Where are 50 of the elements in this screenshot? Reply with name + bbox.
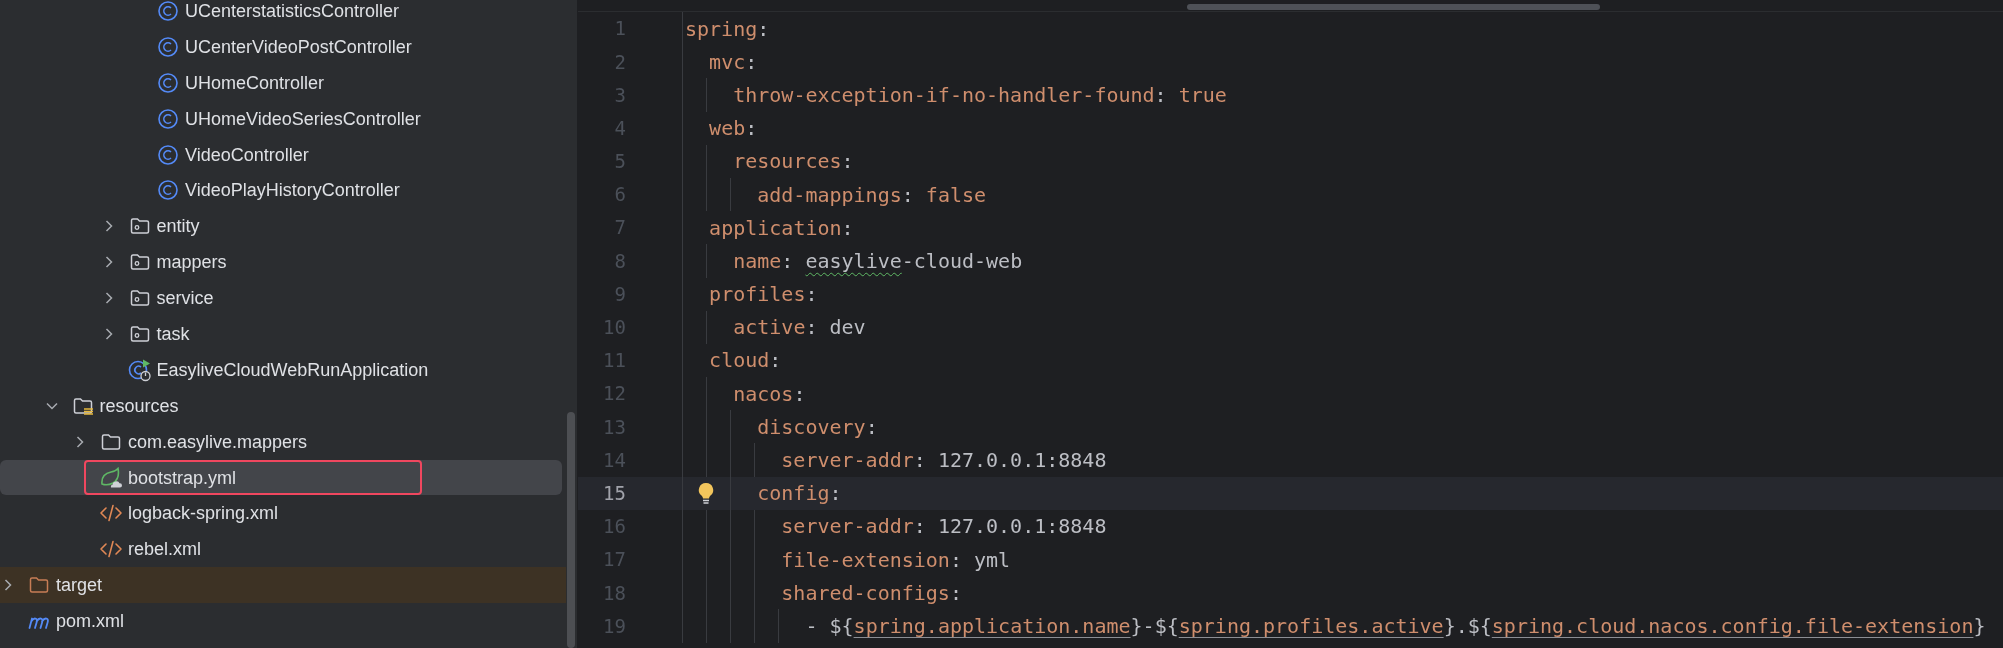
tree-item[interactable]: entity	[156, 215, 200, 238]
code-line: web:	[709, 115, 758, 143]
tree-item[interactable]: service	[156, 287, 214, 310]
code-line: add-mappings: false	[757, 181, 987, 209]
class-icon	[157, 71, 179, 94]
tree-item[interactable]: VideoPlayHistoryController	[185, 179, 400, 202]
class-icon	[157, 143, 179, 166]
run-class-icon	[127, 357, 152, 382]
code-line: config:	[757, 480, 842, 508]
scrollbar-thumb[interactable]	[567, 412, 575, 648]
code-line: shared-configs:	[781, 579, 962, 607]
code-line: spring:	[685, 15, 770, 43]
scrollbar-thumb[interactable]	[1187, 4, 1600, 10]
code-line: throw-exception-if-no-handler-found: true	[733, 81, 1227, 109]
tree-item[interactable]: resources	[99, 394, 179, 417]
class-icon	[157, 107, 179, 130]
tree-item[interactable]: rebel.xml	[128, 538, 202, 561]
code-line: discovery:	[757, 413, 878, 441]
code-line: application:	[709, 214, 854, 242]
tree-item[interactable]: UCenterVideoPostController	[185, 35, 412, 58]
tree-item[interactable]: pom.xml	[56, 610, 124, 633]
code-line: file-extension: yml	[781, 546, 1011, 574]
code-line: server-addr: 127.0.0.1:8848	[781, 447, 1107, 475]
leaf-cloud-icon	[99, 466, 123, 489]
tree-item[interactable]: logback-spring.xml	[128, 502, 279, 525]
selected-row[interactable]: bootstrap.yml	[0, 459, 562, 496]
code-line: resources:	[733, 148, 854, 176]
code-line: name: easylive-cloud-web	[733, 247, 1023, 275]
code-line: active: dev	[733, 314, 866, 342]
code-line: nacos:	[733, 380, 806, 408]
tree-item[interactable]: UHomeVideoSeriesController	[185, 107, 421, 130]
code-line: server-addr: 127.0.0.1:8848	[781, 513, 1107, 541]
tree-item[interactable]: VideoController	[185, 143, 309, 166]
tree-item[interactable]: UCenterstatisticsController	[185, 0, 400, 22]
tree-item[interactable]: task	[156, 322, 190, 345]
tree-item[interactable]: target	[56, 574, 103, 597]
tree-item[interactable]: mappers	[156, 251, 227, 274]
tree-item[interactable]: EasyliveCloudWebRunApplication	[156, 358, 429, 381]
tree-item[interactable]: com.easylive.mappers	[128, 430, 308, 453]
line-number: 15	[602, 480, 626, 506]
lightbulb-icon	[697, 480, 715, 505]
tree-item[interactable]: bootstrap.yml	[128, 466, 237, 489]
class-icon	[157, 0, 179, 22]
code-line: cloud:	[709, 347, 782, 375]
code-line: mvc:	[709, 48, 758, 76]
class-icon	[157, 179, 179, 202]
code-line: - ${spring.application.name}-${spring.profiles.active}.${spring.cloud.nacos.config.file-extension}	[805, 612, 1986, 640]
code-line: profiles:	[709, 281, 818, 309]
class-icon	[157, 35, 179, 58]
tree-item[interactable]: UHomeController	[185, 71, 325, 94]
